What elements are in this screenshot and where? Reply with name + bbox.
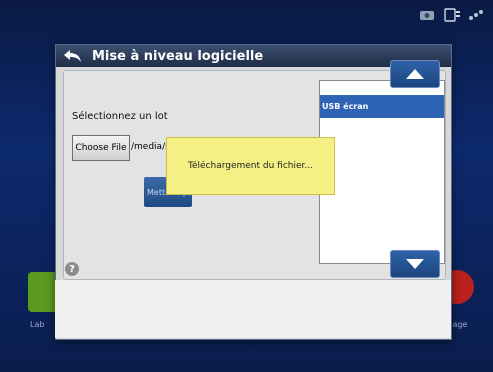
dialog-title: Mise à niveau logicielle [92,48,264,64]
background-app-left[interactable] [28,272,58,312]
status-bar [419,8,485,22]
downloading-toast: Téléchargement du fichier... [166,137,335,195]
background-app-left-label: Lab [30,320,45,329]
back-arrow-icon[interactable] [62,48,84,64]
toast-message: Téléchargement du fichier... [188,161,313,171]
signal-icon [469,10,483,20]
scroll-up-button[interactable] [390,60,440,88]
source-list: USB écran [319,80,445,264]
up-arrow-icon [406,69,424,79]
device-icon [444,8,460,22]
bottom-panel [55,280,451,338]
camera-icon [420,11,434,20]
select-package-label: Sélectionnez un lot [72,111,168,122]
down-arrow-icon [406,259,424,269]
scroll-down-button[interactable] [390,250,440,278]
list-item-usb-screen[interactable]: USB écran [320,95,444,118]
file-path-text: /media/sd [131,142,167,152]
help-icon[interactable]: ? [65,262,79,276]
choose-file-button[interactable]: Choose File [72,135,130,161]
